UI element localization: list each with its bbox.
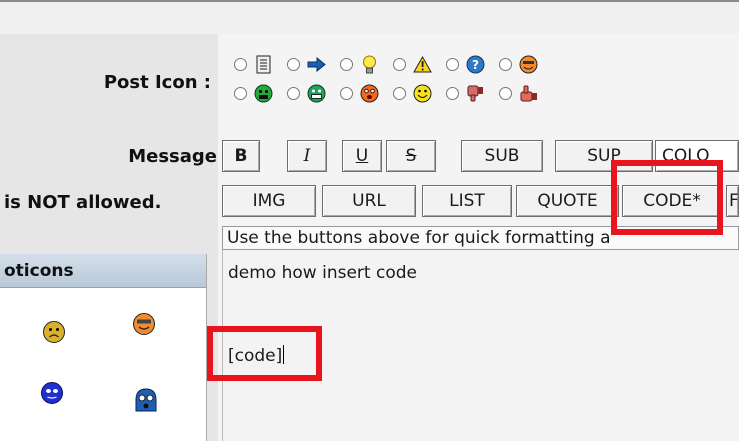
lightbulb-icon — [360, 55, 379, 74]
img-button[interactable]: IMG — [222, 185, 316, 217]
post-icon-row-1: ? — [234, 55, 552, 74]
emoticons-panel: oticons — [0, 254, 207, 441]
blue-face-icon[interactable] — [40, 381, 64, 405]
url-button[interactable]: URL — [322, 185, 416, 217]
document-icon — [254, 55, 273, 74]
list-button[interactable]: LIST — [422, 185, 512, 217]
arrow-right-icon — [307, 55, 326, 74]
message-textarea[interactable]: demo how insert code [code] — [222, 250, 739, 441]
post-icon-radio[interactable] — [234, 58, 247, 71]
cool-face-icon — [519, 55, 538, 74]
emoticons-header: oticons — [0, 254, 206, 288]
post-icon-radio[interactable] — [340, 87, 353, 100]
italic-button[interactable]: I — [287, 140, 327, 172]
top-bar — [0, 0, 739, 34]
post-icon-radio[interactable] — [499, 58, 512, 71]
bold-button[interactable]: B — [222, 140, 260, 172]
color-select[interactable]: COLO — [655, 140, 739, 172]
code-tag-text: [code] — [228, 346, 283, 366]
post-icon-radio[interactable] — [446, 87, 459, 100]
post-icon-radio[interactable] — [393, 58, 406, 71]
message-text-line: [code] — [228, 345, 285, 366]
post-icon-radio[interactable] — [340, 58, 353, 71]
cool-face-icon[interactable] — [132, 312, 156, 336]
post-icon-radio[interactable] — [234, 87, 247, 100]
svg-text:?: ? — [472, 58, 479, 72]
font-button[interactable]: F — [726, 185, 739, 217]
underline-button[interactable]: U — [342, 140, 382, 172]
message-label: Message — [128, 146, 217, 167]
post-icon-radio[interactable] — [446, 58, 459, 71]
thumbs-down-icon — [466, 84, 485, 103]
superscript-button[interactable]: SUP — [555, 140, 653, 172]
code-button[interactable]: CODE* — [622, 185, 722, 217]
post-icon-radio[interactable] — [393, 87, 406, 100]
html-not-allowed-text: is NOT allowed. — [4, 192, 162, 213]
smile-face-icon — [413, 84, 432, 103]
subscript-button[interactable]: SUB — [461, 140, 543, 172]
formatting-hint: Use the buttons above for quick formatti… — [222, 226, 739, 250]
post-icon-label: Post Icon : — [103, 72, 211, 93]
strikethrough-button[interactable]: S — [386, 140, 436, 172]
warning-icon — [413, 55, 432, 74]
scared-face-icon[interactable] — [133, 387, 159, 414]
sad-face-icon[interactable] — [42, 320, 66, 344]
text-caret — [283, 345, 285, 364]
post-icon-radio[interactable] — [287, 87, 300, 100]
post-icon-radio[interactable] — [499, 87, 512, 100]
question-icon: ? — [466, 55, 485, 74]
grin-face-icon — [307, 84, 326, 103]
angry-face-icon — [254, 84, 273, 103]
shocked-face-icon — [360, 84, 379, 103]
quote-button[interactable]: QUOTE — [516, 185, 619, 217]
message-text-line: demo how insert code — [228, 263, 417, 283]
post-icon-radio[interactable] — [287, 58, 300, 71]
thumbs-up-icon — [519, 84, 538, 103]
post-icon-row-2 — [234, 84, 552, 103]
